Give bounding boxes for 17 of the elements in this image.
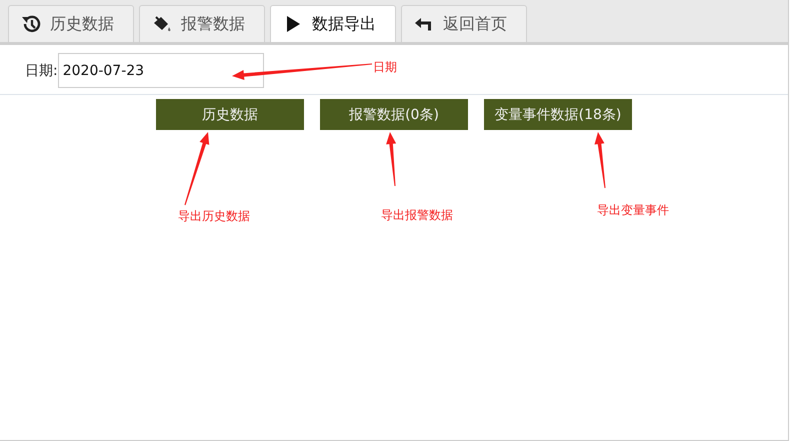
annotation-label: 导出报警数据 (381, 207, 453, 224)
annotation-arrow (594, 132, 606, 188)
export-button[interactable]: 变量事件数据(18条) (484, 99, 632, 130)
date-field[interactable]: 2020-07-23 (58, 53, 264, 88)
export-button[interactable]: 历史数据 (156, 99, 304, 130)
annotation-label: 日期 (373, 59, 397, 76)
history-icon (21, 14, 41, 34)
export-button[interactable]: 报警数据(0条) (320, 99, 468, 130)
date-label: 日期: (25, 62, 58, 80)
annotation-label: 导出历史数据 (178, 208, 250, 225)
tab[interactable]: 历史数据 (8, 5, 134, 42)
tab[interactable]: 返回首页 (401, 5, 527, 42)
tab[interactable]: 数据导出 (270, 5, 396, 42)
tab[interactable]: 报警数据 (139, 5, 265, 42)
paint-bucket-icon (152, 14, 172, 34)
annotation-label: 导出变量事件 (597, 202, 669, 219)
annotation-arrow (386, 132, 396, 186)
